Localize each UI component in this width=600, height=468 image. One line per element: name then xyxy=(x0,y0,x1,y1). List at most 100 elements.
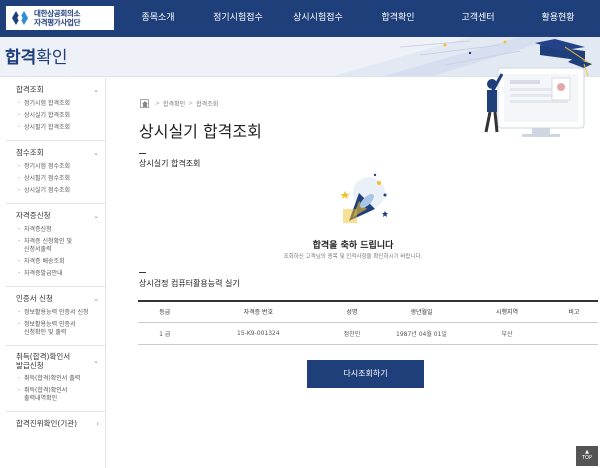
sidebar-group-pass: 합격조회 ⌄ 정기시험 합격조회 상시실기 합격조회 상시필기 합격조회 xyxy=(6,78,105,141)
column-header-grade: 등급 xyxy=(138,300,192,323)
sidebar-item-label: 정기시험 합격조회 xyxy=(24,100,71,107)
sidebar-item-label: 상시실기 합격조회 xyxy=(24,112,71,119)
sidebar-item-cert-check[interactable]: 자격증 신청확인 및신청서출력 xyxy=(6,236,105,256)
main-content: > 합격확인 > 합격조회 상시실기 합격조회 상시실기 합격조회 합격을 축하… xyxy=(106,78,600,468)
breadcrumb: > 합격확인 > 합격조회 xyxy=(140,99,218,108)
sidebar-item-cert-apply[interactable]: 자격증신청 xyxy=(6,224,105,236)
cell-grade: 1 급 xyxy=(138,322,192,345)
sidebar-item-label: 자격증발급안내 xyxy=(24,270,63,277)
cell-birthdate: 1987년 04월 01일 xyxy=(378,322,465,345)
sidebar-item-regular-score[interactable]: 정기시험 점수조회 xyxy=(6,161,105,173)
sidebar-item-label: 정보활용능력 인증서 xyxy=(24,321,76,328)
chevron-down-icon: ⌄ xyxy=(93,85,99,94)
sidebar-head-verify[interactable]: 합격진위확인(기관) › xyxy=(6,416,105,432)
sidebar-head-label: 발급신청 xyxy=(16,361,44,370)
cell-cert-number: 15-K9-001324 xyxy=(191,322,326,345)
breadcrumb-separator: > xyxy=(188,100,194,107)
sidebar: 합격조회 ⌄ 정기시험 합격조회 상시실기 합격조회 상시필기 합격조회 점수조… xyxy=(6,78,106,468)
sidebar-item-written-pass[interactable]: 상시필기 합격조회 xyxy=(6,122,105,134)
result-table: 등급 자격증 번호 성명 생년월일 시행지역 비고 1 급 15-K9-0013… xyxy=(138,300,598,345)
sidebar-item-practical-score[interactable]: 상시실기 점수조회 xyxy=(6,185,105,197)
sidebar-head-label: 자격증신청 xyxy=(16,211,51,220)
sidebar-item-label: 정기시험 점수조회 xyxy=(24,163,71,170)
logo-line-1: 대한상공회의소 xyxy=(34,9,81,18)
scroll-top-button[interactable]: ▲ TOP xyxy=(576,446,598,466)
breadcrumb-item[interactable]: 합격확인 xyxy=(163,99,185,108)
sidebar-item-cert-delivery[interactable]: 자격증 배송조회 xyxy=(6,256,105,268)
sidebar-item-label: 취득(합격)확인서 xyxy=(24,387,68,394)
banner-title: 합격확인 xyxy=(5,43,68,68)
nav-item-regular-exam[interactable]: 정기시험접수 xyxy=(198,0,278,37)
sidebar-item-auth-apply[interactable]: 정보활용능력 인증서 신청 xyxy=(6,307,105,319)
cell-region: 부산 xyxy=(464,322,550,345)
sidebar-item-label: 출력내역확인 xyxy=(24,395,58,402)
sidebar-item-label: 자격증 신청확인 및 xyxy=(24,238,72,245)
sidebar-item-label: 신청서출력 xyxy=(24,246,52,253)
sidebar-item-cert-guide[interactable]: 자격증발급안내 xyxy=(6,268,105,280)
home-icon[interactable] xyxy=(140,99,149,108)
sidebar-head-label: 인증서 신청 xyxy=(16,294,53,303)
sidebar-group-certificate: 자격증신청 ⌄ 자격증신청 자격증 신청확인 및신청서출력 자격증 배송조회 자… xyxy=(6,204,105,287)
sidebar-head-auth-cert[interactable]: 인증서 신청 ⌄ xyxy=(6,291,105,307)
column-header-birthdate: 생년월일 xyxy=(378,300,465,323)
sidebar-item-label: 정보활용능력 인증서 신청 xyxy=(24,309,89,316)
nav-item-customer-center[interactable]: 고객센터 xyxy=(438,0,518,37)
section-divider xyxy=(139,153,146,154)
section-divider xyxy=(139,272,146,273)
sidebar-item-regular-pass[interactable]: 정기시험 합격조회 xyxy=(6,98,105,110)
sidebar-item-label: 신청확인 및 출력 xyxy=(24,329,67,336)
sidebar-item-confirm-history[interactable]: 취득(합격)확인서출력내역확인 xyxy=(6,385,105,405)
logo-line-2: 자격평가사업단 xyxy=(34,18,81,27)
cell-name: 정찬민 xyxy=(325,322,379,345)
sidebar-item-label: 취득(합격)확인서 출력 xyxy=(24,375,81,382)
sidebar-group-verify: 합격진위확인(기관) › xyxy=(6,412,105,438)
chevron-down-icon: ⌄ xyxy=(93,357,99,365)
sidebar-item-label: 상시필기 합격조회 xyxy=(24,124,71,131)
column-header-cert-number: 자격증 번호 xyxy=(191,300,326,323)
nav-item-ondemand-exam[interactable]: 상시시험접수 xyxy=(278,0,358,37)
top-navigation-bar: 대한상공회의소 자격평가사업단 종목소개 정기시험접수 상시시험접수 합격확인 … xyxy=(0,0,600,37)
top-button-label: TOP xyxy=(581,455,592,461)
breadcrumb-separator: > xyxy=(155,100,161,107)
retry-search-button[interactable]: 다시조회하기 xyxy=(307,360,424,388)
column-header-note: 비고 xyxy=(549,300,598,323)
main-nav: 종목소개 정기시험접수 상시시험접수 합격확인 고객센터 활용현황 xyxy=(118,0,598,37)
sidebar-head-pass[interactable]: 합격조회 ⌄ xyxy=(6,82,105,98)
sidebar-head-label: 점수조회 xyxy=(16,148,44,157)
column-header-name: 성명 xyxy=(325,300,379,323)
sidebar-head-score[interactable]: 점수조회 ⌄ xyxy=(6,145,105,161)
sidebar-item-label: 자격증 배송조회 xyxy=(24,258,65,265)
section-title-result: 상시실기 합격조회 xyxy=(139,159,201,168)
column-header-region: 시행지역 xyxy=(464,300,550,323)
nav-item-usage[interactable]: 활용현황 xyxy=(518,0,598,37)
chamber-logo-icon xyxy=(10,9,30,27)
sidebar-item-practical-pass[interactable]: 상시실기 합격조회 xyxy=(6,110,105,122)
sidebar-head-certificate[interactable]: 자격증신청 ⌄ xyxy=(6,208,105,224)
sidebar-group-score: 점수조회 ⌄ 정기시험 점수조회 상시필기 점수조회 상시실기 점수조회 xyxy=(6,141,105,204)
breadcrumb-item-current: 합격조회 xyxy=(196,101,219,108)
site-logo[interactable]: 대한상공회의소 자격평가사업단 xyxy=(6,6,114,30)
section-title-exam: 상시검정 컴퓨터활용능력 실기 xyxy=(139,279,240,288)
banner-title-light: 확인 xyxy=(36,48,68,68)
sidebar-group-confirmation: 취득(합격)확인서 발급신청 ⌄ 취득(합격)확인서 출력 취득(합격)확인서출… xyxy=(6,346,105,412)
party-popper-icon xyxy=(340,173,388,223)
chevron-down-icon: ⌄ xyxy=(93,148,99,157)
congratulations-message: 합격을 축하 드립니다 xyxy=(312,241,394,251)
nav-item-intro[interactable]: 종목소개 xyxy=(118,0,198,37)
sidebar-item-label: 자격증신청 xyxy=(24,226,52,233)
nav-item-pass-check[interactable]: 합격확인 xyxy=(358,0,438,37)
table-header-row: 등급 자격증 번호 성명 생년월일 시행지역 비고 xyxy=(138,300,598,323)
sidebar-head-confirmation[interactable]: 취득(합격)확인서 발급신청 ⌄ xyxy=(6,350,105,373)
sidebar-item-confirm-print[interactable]: 취득(합격)확인서 출력 xyxy=(6,373,105,385)
sidebar-group-auth-cert: 인증서 신청 ⌄ 정보활용능력 인증서 신청 정보활용능력 인증서신청확인 및 … xyxy=(6,287,105,346)
sidebar-head-label: 취득(합격)확인서 xyxy=(16,352,71,361)
sidebar-head-label: 합격진위확인(기관) xyxy=(16,419,78,428)
congratulations-subtext: 조회하신 고객님의 종목 및 인적사항을 확인하시기 바랍니다. xyxy=(283,254,423,260)
table-row: 1 급 15-K9-001324 정찬민 1987년 04월 01일 부산 xyxy=(138,322,598,345)
chevron-right-icon: › xyxy=(96,419,99,428)
sidebar-item-written-score[interactable]: 상시필기 점수조회 xyxy=(6,173,105,185)
sidebar-item-label: 상시필기 점수조회 xyxy=(24,175,71,182)
page-title: 상시실기 합격조회 xyxy=(139,122,262,141)
sidebar-item-auth-check[interactable]: 정보활용능력 인증서신청확인 및 출력 xyxy=(6,319,105,339)
cell-note xyxy=(549,322,598,345)
